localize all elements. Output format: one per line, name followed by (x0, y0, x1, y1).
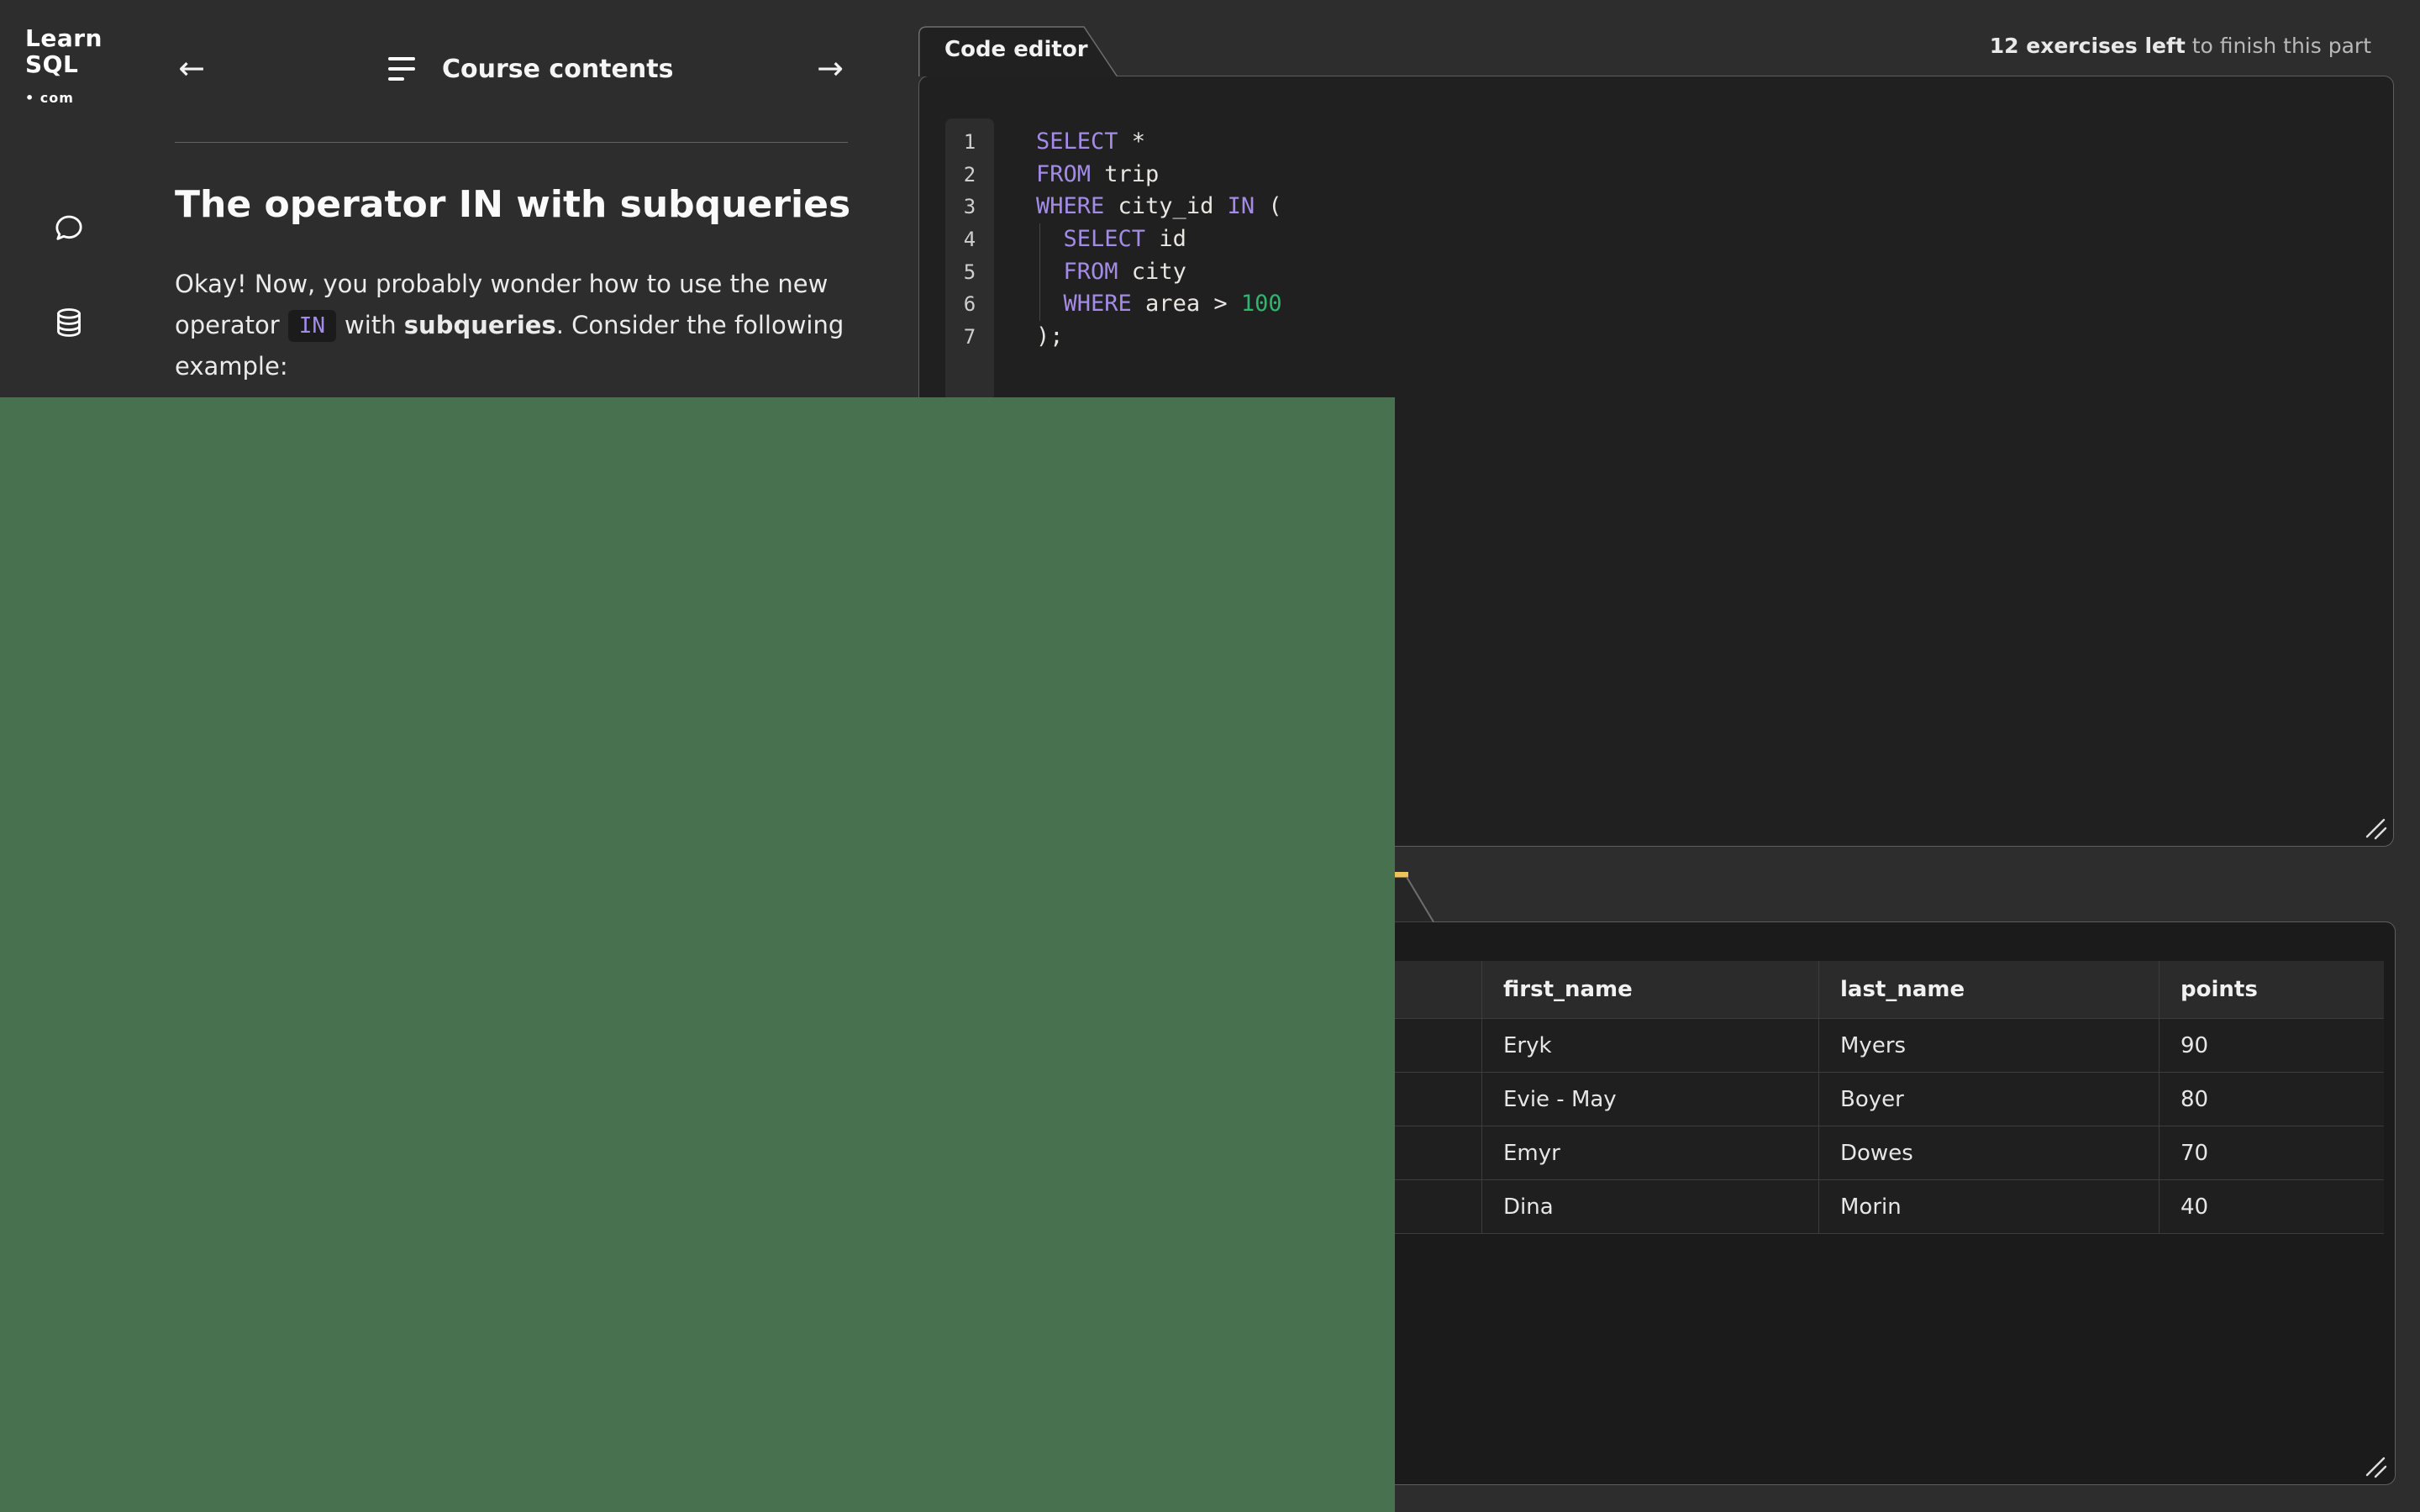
database-icon (52, 306, 86, 343)
next-button[interactable]: → (812, 50, 849, 87)
table-cell: Morin (1819, 1180, 2160, 1234)
lesson-paragraph: Okay! Now, you probably wonder how to us… (175, 264, 864, 387)
arrow-right-icon: → (817, 52, 844, 84)
table-cell: Dowes (1819, 1126, 2160, 1180)
table-cell: Emyr (1482, 1126, 1819, 1180)
table-cell: Boyer (1819, 1073, 2160, 1126)
code-editor-resize-handle[interactable] (2361, 814, 2390, 843)
result-table: first_namelast_namepoints ErykMyers90Evi… (1260, 961, 2384, 1234)
chat-icon-button[interactable] (50, 212, 87, 249)
inline-code-chip: IN (288, 310, 336, 342)
logo-line-1: Learn (25, 25, 103, 51)
arrow-left-icon: ← (178, 52, 205, 84)
table-header-cell: last_name (1819, 961, 2160, 1019)
code-token: FROM (1064, 259, 1118, 285)
code-token: ( (1255, 193, 1282, 219)
header-divider (175, 142, 848, 143)
paragraph-line-1: Okay! Now, you probably wonder how to us… (175, 264, 864, 305)
table-cell: Eryk (1482, 1019, 1819, 1073)
code-token: id (1145, 226, 1186, 252)
table-row: DinaMorin40 (1260, 1180, 2384, 1234)
code-token: city (1118, 259, 1186, 285)
paragraph-line-2: operatorINwith subqueries. Consider the … (175, 305, 864, 346)
code-token: area > (1132, 291, 1241, 317)
table-row: Evie - MayBoyer80 (1260, 1073, 2384, 1126)
indent-guide (1039, 223, 1040, 321)
lesson-title: The operator IN with subqueries (175, 183, 850, 226)
line-number: 1 (945, 126, 994, 159)
code-editor-area[interactable]: SELECT *FROM tripWHERE city_id IN ( SELE… (1036, 126, 2296, 354)
code-line: WHERE area > 100 (1036, 288, 2296, 321)
table-body: ErykMyers90Evie - MayBoyer80EmyrDowes70D… (1260, 1019, 2384, 1234)
database-icon-button[interactable] (50, 306, 87, 343)
green-overlay-region (0, 397, 1395, 1512)
line-number: 2 (945, 159, 994, 192)
code-editor-tab-label[interactable]: Code editor (944, 37, 1088, 62)
code-line: SELECT id (1036, 223, 2296, 256)
back-button[interactable]: ← (173, 50, 210, 87)
table-cell: 80 (2160, 1073, 2384, 1126)
learnsql-logo[interactable]: Learn SQL • com (25, 25, 103, 111)
line-number: 6 (945, 288, 994, 321)
code-line: FROM city (1036, 256, 2296, 289)
course-contents-label: Course contents (442, 55, 673, 84)
code-token: city_id (1104, 193, 1227, 219)
table-header-row: first_namelast_namepoints (1260, 961, 2384, 1019)
table-cell: 40 (2160, 1180, 2384, 1234)
table-cell: Dina (1482, 1180, 1819, 1234)
result-resize-handle[interactable] (2361, 1452, 2390, 1481)
table-row: ErykMyers90 (1260, 1019, 2384, 1073)
line-number: 3 (945, 191, 994, 223)
code-token: SELECT (1064, 226, 1146, 252)
code-token: IN (1228, 193, 1255, 219)
line-number: 5 (945, 256, 994, 289)
code-line: FROM trip (1036, 159, 2296, 192)
code-token: trip (1091, 161, 1159, 187)
table-cell: Evie - May (1482, 1073, 1819, 1126)
code-token: WHERE (1036, 193, 1104, 219)
table-cell: Myers (1819, 1019, 2160, 1073)
code-line: WHERE city_id IN ( (1036, 191, 2296, 223)
logo-line-3: • com (25, 85, 103, 111)
line-number: 4 (945, 223, 994, 256)
table-cell: 90 (2160, 1019, 2384, 1073)
code-token: * (1118, 129, 1146, 155)
code-token: SELECT (1036, 129, 1118, 155)
table-row: EmyrDowes70 (1260, 1126, 2384, 1180)
table-header-cell: points (2160, 961, 2384, 1019)
code-token: WHERE (1064, 291, 1132, 317)
line-number: 7 (945, 321, 994, 354)
chat-icon (52, 212, 86, 249)
paragraph-line-3: example: (175, 346, 864, 387)
code-token: ); (1036, 323, 1064, 349)
table-cell: 70 (2160, 1126, 2384, 1180)
code-token: FROM (1036, 161, 1091, 187)
logo-line-2: SQL (25, 51, 103, 77)
code-line: ); (1036, 321, 2296, 354)
course-contents-button[interactable]: Course contents (388, 49, 673, 89)
line-numbers: 1234567 (945, 126, 994, 354)
code-line: SELECT * (1036, 126, 2296, 159)
table-header-cell: first_name (1482, 961, 1819, 1019)
exercises-status: 12 exercises left to finish this part (1990, 34, 2371, 58)
code-token: 100 (1241, 291, 1282, 317)
menu-icon (388, 57, 415, 81)
